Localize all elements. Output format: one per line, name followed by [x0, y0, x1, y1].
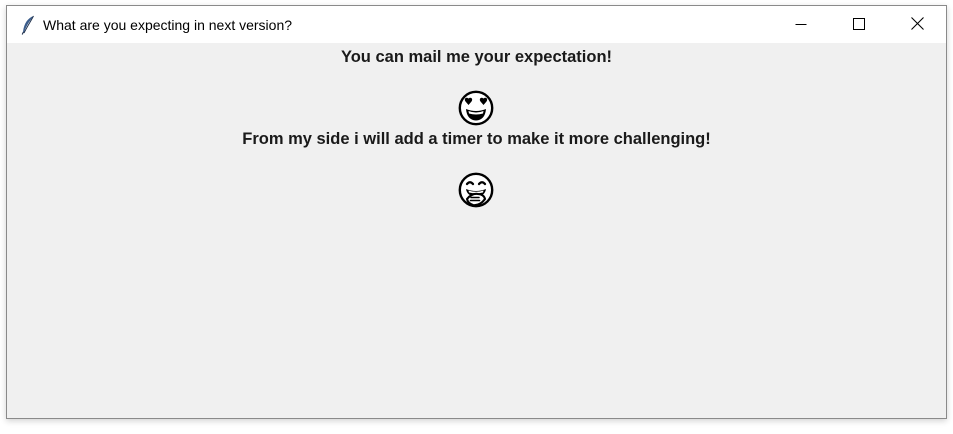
feather-icon — [20, 15, 36, 35]
minimize-button[interactable] — [772, 6, 830, 43]
window-controls — [772, 6, 946, 43]
smiling-face-with-heart-eyes-icon — [458, 90, 494, 126]
minimize-icon — [795, 15, 807, 34]
maximize-button[interactable] — [830, 6, 888, 43]
window-title: What are you expecting in next version? — [43, 16, 293, 33]
maximize-icon — [853, 15, 865, 34]
timer-plan-label: From my side i will add a timer to make … — [242, 130, 711, 148]
face-with-hand-over-mouth-icon — [458, 172, 494, 208]
window-content: You can mail me your expectation! From m… — [7, 43, 946, 418]
app-window: What are you expecting in next version? — [6, 5, 947, 419]
mail-expectation-label: You can mail me your expectation! — [340, 48, 613, 66]
close-icon — [910, 15, 924, 34]
title-bar[interactable]: What are you expecting in next version? — [7, 6, 946, 43]
close-button[interactable] — [888, 6, 946, 43]
